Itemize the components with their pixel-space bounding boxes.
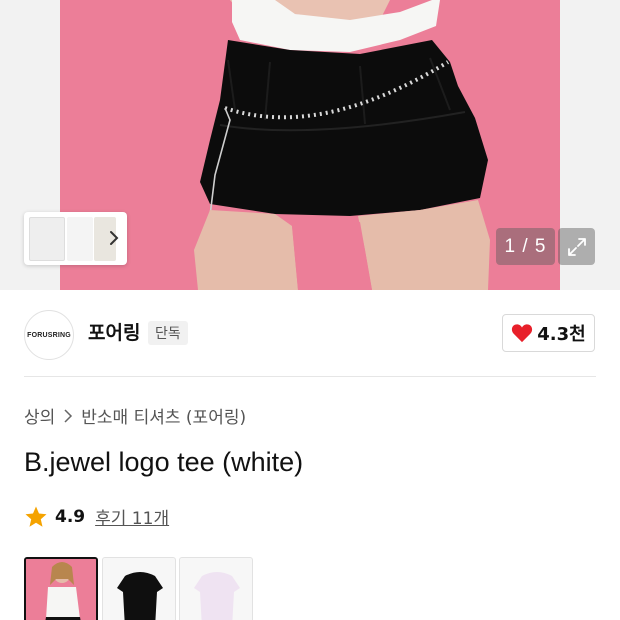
product-image-gallery[interactable]: 1 / 5 (0, 0, 620, 290)
breadcrumb-item-category[interactable]: 상의 (24, 403, 55, 428)
breadcrumb: 상의 반소매 티셔츠 (포어링) (24, 403, 246, 428)
exclusive-badge: 단독 (148, 321, 188, 345)
thumbnail-image[interactable] (67, 217, 93, 261)
section-divider (24, 376, 596, 377)
breadcrumb-item-subcategory[interactable]: 반소매 티셔츠 (포어링) (81, 403, 246, 428)
option-thumbnail-model[interactable] (24, 557, 98, 620)
image-thumbnail-strip[interactable] (24, 212, 127, 265)
lavender-tee-image (194, 572, 240, 620)
chevron-right-icon[interactable] (107, 230, 121, 246)
review-count-link[interactable]: 후기 11개 (95, 504, 169, 529)
expand-button[interactable] (558, 228, 595, 265)
black-tee-image (117, 572, 163, 620)
model-thumbnail-image (26, 559, 96, 620)
product-title: B.jewel logo tee (white) (24, 447, 304, 477)
rating-score: 4.9 (55, 506, 86, 527)
image-counter: 1 / 5 (496, 228, 555, 265)
brand-name[interactable]: 포어링 (88, 318, 140, 345)
like-button[interactable]: 4.3천 (502, 314, 595, 352)
chevron-right-icon (64, 408, 73, 423)
brand-logo[interactable]: FORUSRING (24, 310, 74, 360)
option-thumbnail-lavender[interactable] (179, 557, 253, 620)
product-photo (60, 0, 560, 290)
option-thumbnail-black[interactable] (102, 557, 176, 620)
expand-icon (567, 237, 586, 256)
like-count: 4.3천 (537, 324, 586, 345)
heart-icon (512, 324, 533, 343)
product-rating: 4.9 후기 11개 (24, 504, 169, 529)
thumbnail-image[interactable] (29, 217, 65, 261)
model-illustration (60, 0, 560, 290)
star-icon (25, 506, 47, 527)
